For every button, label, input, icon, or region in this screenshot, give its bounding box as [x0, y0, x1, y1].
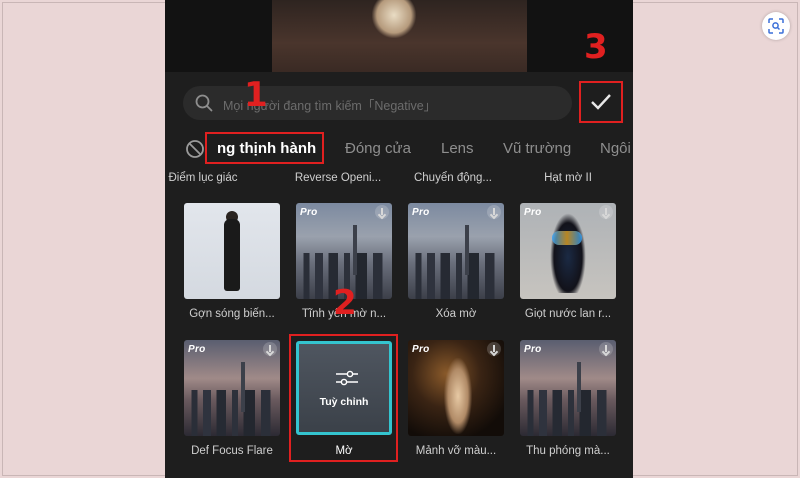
no-effect-icon[interactable] — [185, 139, 205, 159]
tab-lens[interactable]: Lens — [441, 140, 474, 157]
effect-label: Gợn sóng biến... — [189, 308, 275, 320]
tab-star[interactable]: Ngôi — [600, 140, 631, 157]
effect-label: Giọt nước lan r... — [524, 308, 612, 320]
pro-badge: Pro — [524, 207, 542, 218]
download-icon — [487, 342, 501, 356]
tab-nightclub[interactable]: Vũ trường — [503, 140, 571, 157]
visual-search-icon — [768, 18, 784, 34]
download-icon — [263, 342, 277, 356]
pro-badge: Pro — [412, 344, 430, 355]
annotation-box-1 — [205, 132, 324, 164]
pro-badge: Pro — [524, 344, 542, 355]
effect-thumbnail-thu-phong[interactable]: Pro — [520, 340, 616, 436]
phone-screen: Mọi người đang tìm kiếm「Negative」 ng thị… — [165, 0, 633, 478]
pro-badge: Pro — [412, 207, 430, 218]
pro-badge: Pro — [300, 207, 318, 218]
tab-closing[interactable]: Đóng cửa — [345, 140, 411, 157]
effect-thumbnail-xoa-mo[interactable]: Pro — [408, 203, 504, 299]
video-preview — [272, 0, 527, 72]
effect-thumbnail-manh-vo-mau[interactable]: Pro — [408, 340, 504, 436]
effect-label: Def Focus Flare — [191, 445, 273, 457]
annotation-box-2 — [289, 334, 398, 462]
effect-thumbnail-gon-song[interactable] — [184, 203, 280, 299]
download-icon — [599, 342, 613, 356]
effect-label: Chuyển động... — [413, 172, 492, 184]
search-input[interactable]: Mọi người đang tìm kiếm「Negative」 — [183, 86, 572, 120]
effect-label: Xóa mờ — [435, 308, 477, 320]
annotation-number-3: 3 — [584, 27, 608, 67]
confirm-button[interactable] — [579, 81, 623, 123]
download-icon — [375, 205, 389, 219]
download-icon — [599, 205, 613, 219]
annotation-number-1: 1 — [244, 75, 268, 115]
search-icon — [195, 94, 213, 112]
download-icon — [487, 205, 501, 219]
annotation-number-2: 2 — [333, 283, 357, 323]
effect-thumbnail-giot-nuoc[interactable]: Pro — [520, 203, 616, 299]
visual-search-button[interactable] — [762, 12, 790, 40]
pro-badge: Pro — [188, 344, 206, 355]
effect-thumbnail-def-focus-flare[interactable]: Pro — [184, 340, 280, 436]
effect-label: Hạt mờ II — [544, 172, 592, 184]
checkmark-icon — [591, 94, 611, 110]
effect-label: Thu phóng mà... — [526, 445, 610, 457]
effect-label: Mảnh vỡ màu... — [415, 445, 497, 457]
effect-label: Reverse Openi... — [294, 172, 382, 184]
effect-label: Điểm lục giác — [168, 172, 238, 184]
